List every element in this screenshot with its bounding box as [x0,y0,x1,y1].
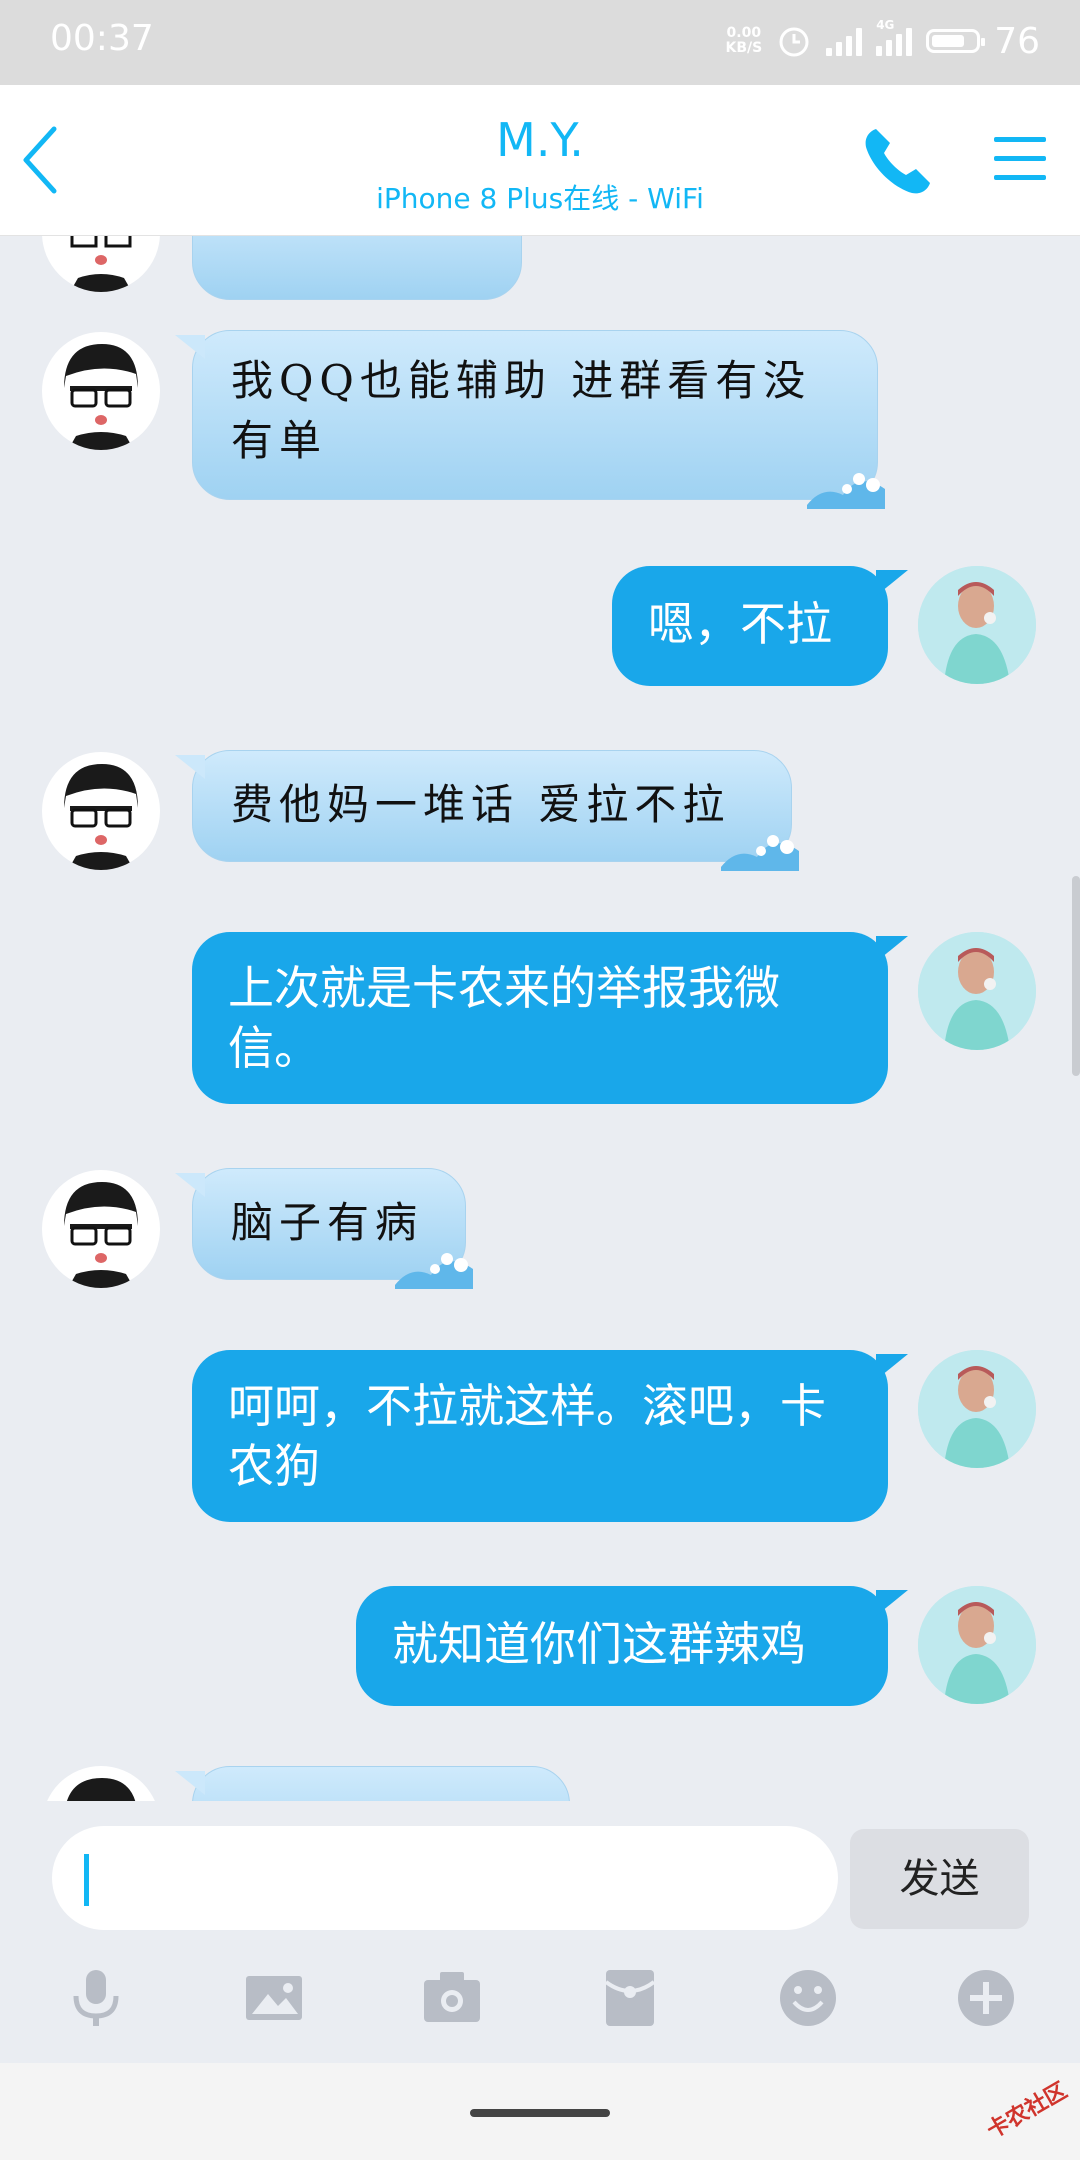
message-bubble-received[interactable] [175,1766,570,1801]
battery-icon [926,29,986,53]
message-text: 脑子有病 [231,1198,424,1247]
wave-decoration-icon [807,473,885,509]
message-bubble-sent[interactable]: 上次就是卡农来的举报我微信。 [192,932,908,1104]
contact-avatar[interactable] [42,1766,160,1801]
message-text: 我QQ也能辅助 进群看有没有单 [231,356,812,465]
person-photo-icon [918,1586,1036,1704]
signal-4g-icon: 4G [876,18,913,56]
cartoon-face-icon [64,764,138,870]
signal-icon [826,26,863,56]
my-avatar[interactable] [918,932,1036,1050]
input-area: 发送 [0,1801,1080,2063]
cartoon-face-icon [67,1778,136,1801]
contact-avatar[interactable] [42,752,160,870]
contact-avatar[interactable] [42,1170,160,1288]
image-icon[interactable] [242,1966,306,2030]
system-nav-bar: 卡农社区 [0,2063,1080,2160]
scrollbar[interactable] [1072,876,1080,1076]
message-bubble-sent[interactable]: 就知道你们这群辣鸡 [356,1586,908,1706]
my-avatar[interactable] [918,1586,1036,1704]
title-bar: M.Y. iPhone 8 Plus在线 - WiFi [0,85,1080,236]
status-bar: 00:37 0.00 KB/S 4G 76 [0,0,1080,85]
message-bubble-sent[interactable]: 嗯，不拉 [612,566,908,686]
menu-icon[interactable] [990,129,1050,189]
cartoon-face-icon [64,344,138,450]
contact-avatar[interactable] [42,332,160,450]
wave-decoration-icon [721,835,799,871]
home-indicator[interactable] [470,2109,610,2117]
person-photo-icon [918,1350,1036,1468]
cartoon-face-icon [70,236,132,292]
person-photo-icon [918,932,1036,1050]
cartoon-face-icon [64,1182,138,1288]
message-text: 费他妈一堆话 爱拉不拉 [231,780,731,829]
person-photo-icon [918,566,1036,684]
plus-icon[interactable] [954,1966,1018,2030]
alarm-icon [779,27,809,57]
message-bubble-sent[interactable]: 呵呵，不拉就这样。滚吧，卡农狗 [192,1350,908,1522]
emoji-icon[interactable] [776,1966,840,2030]
message-input[interactable] [52,1826,838,1930]
status-time: 00:37 [50,18,154,59]
microphone-icon[interactable] [64,1966,128,2030]
watermark: 卡农社区 [982,2078,1072,2144]
chat-message-list[interactable]: 我QQ也能辅助 进群看有没有单 嗯，不拉 费他妈一堆话 爱拉不拉 上次就是卡农来… [0,236,1080,1801]
network-speed: 0.00 KB/S [725,25,763,56]
phone-call-icon[interactable] [860,123,936,199]
my-avatar[interactable] [918,566,1036,684]
red-packet-icon[interactable] [598,1966,662,2030]
message-bubble-received[interactable]: 费他妈一堆话 爱拉不拉 [175,750,799,871]
message-bubble-received[interactable] [192,236,522,300]
message-bubble-received[interactable]: 脑子有病 [175,1168,473,1289]
text-cursor [84,1854,89,1906]
contact-avatar[interactable] [42,236,160,292]
battery-level: 76 [994,20,1040,62]
message-bubble-received[interactable]: 我QQ也能辅助 进群看有没有单 [175,330,885,509]
input-toolbar [0,1966,1080,2036]
send-button[interactable]: 发送 [850,1829,1029,1929]
wave-decoration-icon [395,1253,473,1289]
camera-icon[interactable] [420,1966,484,2030]
status-icons: 0.00 KB/S 4G 76 [725,16,1040,66]
my-avatar[interactable] [918,1350,1036,1468]
